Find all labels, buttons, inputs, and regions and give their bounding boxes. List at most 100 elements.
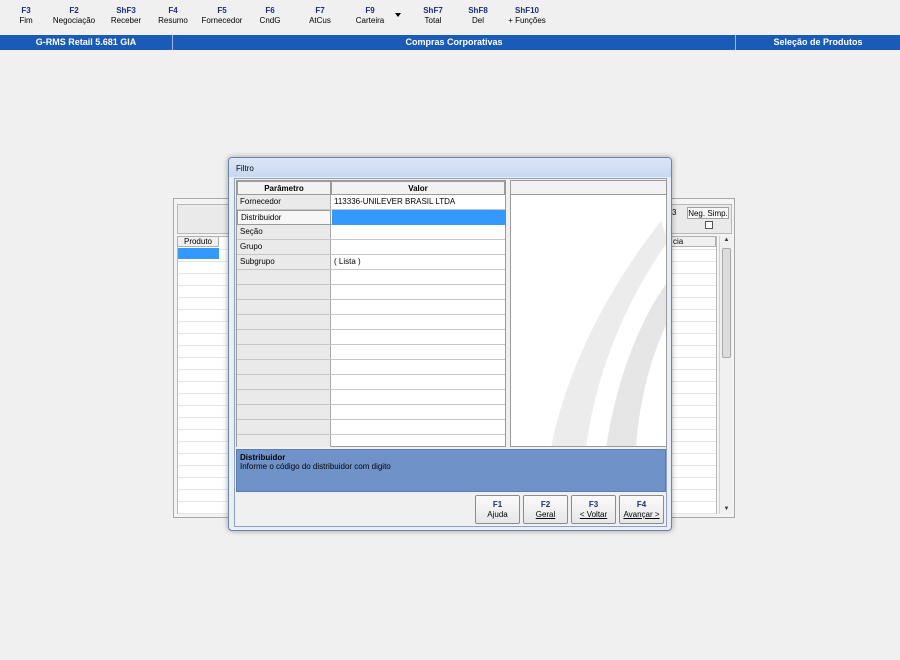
- empty-row[interactable]: [237, 315, 505, 330]
- fkey-label: Receber: [110, 16, 142, 25]
- parameter-value[interactable]: [332, 300, 505, 315]
- empty-row[interactable]: [237, 270, 505, 285]
- button-label: < Voltar: [579, 510, 608, 519]
- parameter-row[interactable]: Seção: [237, 225, 505, 240]
- resumo-button[interactable]: F4 Resumo: [154, 6, 192, 26]
- help-panel: Distribuidor Informe o código do distrib…: [236, 449, 666, 492]
- neg-simp-header: Neg. Simp.: [687, 207, 729, 219]
- parameter-name: [237, 420, 331, 435]
- del-button[interactable]: ShF8 Del: [463, 6, 493, 26]
- parameter-value[interactable]: 113336-UNILEVER BRASIL LTDA: [332, 195, 505, 210]
- carteira-dropdown-icon[interactable]: [395, 13, 401, 17]
- parameter-name: Seção: [240, 227, 263, 236]
- app-title: G-RMS Retail 5.681 GIA: [35, 37, 137, 47]
- button-label: Ajuda: [487, 510, 508, 519]
- fkey-label: Total: [424, 16, 442, 25]
- cndg-button[interactable]: F6 CndG: [254, 6, 286, 26]
- fkey-code: F3: [21, 6, 31, 15]
- parameter-row[interactable]: Fornecedor 113336-UNILEVER BRASIL LTDA: [237, 195, 505, 210]
- parameter-name: [237, 300, 331, 315]
- parameter-value[interactable]: [332, 435, 505, 450]
- fkey-label: Fim: [19, 16, 33, 25]
- parameter-name: [237, 375, 331, 390]
- total-button[interactable]: ShF7 Total: [418, 6, 448, 26]
- vertical-scrollbar[interactable]: ▲ ▼: [719, 236, 732, 514]
- empty-row[interactable]: [237, 405, 505, 420]
- parameter-value[interactable]: [332, 315, 505, 330]
- fkey-code: ShF10: [514, 6, 539, 15]
- scroll-down-icon[interactable]: ▼: [720, 506, 733, 512]
- avancar-button[interactable]: F4 Avançar >: [619, 495, 664, 524]
- geral-button[interactable]: F2 Geral: [523, 495, 568, 524]
- parameter-value[interactable]: [332, 390, 505, 405]
- ajuda-button[interactable]: F1 Ajuda: [475, 495, 520, 524]
- dialog-title: Filtro: [236, 164, 254, 173]
- negociacao-button[interactable]: F2 Negociação: [49, 6, 99, 26]
- button-label: Avançar >: [623, 510, 660, 519]
- filter-dialog: Filtro Parâmetro Valor Fornecedor 113336-…: [228, 157, 672, 531]
- parameter-value[interactable]: [332, 405, 505, 420]
- receber-button[interactable]: ShF3 Receber: [106, 6, 146, 26]
- produto-column-header[interactable]: Produto: [177, 236, 219, 247]
- fkey-label: CndG: [259, 16, 281, 25]
- empty-row[interactable]: [237, 435, 505, 450]
- fkey-label: Resumo: [158, 16, 188, 25]
- parameter-name: [237, 345, 331, 360]
- parametro-header: Parâmetro: [237, 181, 331, 195]
- parameter-row[interactable]: Subgrupo ( Lista ): [237, 255, 505, 270]
- parameter-value[interactable]: [332, 375, 505, 390]
- neg-simp-checkbox[interactable]: [705, 221, 713, 229]
- empty-row[interactable]: [237, 360, 505, 375]
- screen-title: Seleção de Produtos: [773, 37, 863, 47]
- mais-funcoes-button[interactable]: ShF10 + Funções: [507, 6, 547, 26]
- empty-row[interactable]: [237, 300, 505, 315]
- carteira-button[interactable]: F9 Carteira: [350, 6, 390, 26]
- fim-button[interactable]: F3 Fim: [14, 6, 38, 26]
- parameter-value[interactable]: [332, 420, 505, 435]
- dialog-body: Parâmetro Valor Fornecedor 113336-UNILEVE…: [234, 178, 667, 527]
- fkey-code: F9: [365, 6, 375, 15]
- fkey-code: ShF3: [116, 6, 136, 15]
- empty-row[interactable]: [237, 345, 505, 360]
- selected-cell[interactable]: [178, 248, 219, 259]
- parameter-value[interactable]: [332, 225, 505, 240]
- empty-row[interactable]: [237, 420, 505, 435]
- parameter-name: [237, 330, 331, 345]
- function-key-toolbar: F3 Fim F2 Negociação ShF3 Receber F4 Res…: [0, 0, 900, 34]
- parameter-value[interactable]: [332, 345, 505, 360]
- atcus-button[interactable]: F7 AtCus: [302, 6, 338, 26]
- parameter-value[interactable]: [332, 240, 505, 255]
- parameter-value[interactable]: [332, 360, 505, 375]
- button-label: Geral: [535, 510, 556, 519]
- parameter-name: Distribuidor: [237, 210, 331, 225]
- valor-header: Valor: [331, 181, 505, 195]
- parameter-value[interactable]: [332, 330, 505, 345]
- fkey-code: F5: [217, 6, 227, 15]
- help-text: Informe o código do distribuidor com dig…: [240, 462, 391, 471]
- parameter-name: [237, 315, 331, 330]
- parameter-value[interactable]: [332, 210, 506, 225]
- empty-row[interactable]: [237, 390, 505, 405]
- empty-row[interactable]: [237, 330, 505, 345]
- parameter-row[interactable]: Distribuidor: [237, 210, 506, 225]
- dialog-caption: Filtro: [229, 158, 671, 177]
- parameter-row[interactable]: Grupo: [237, 240, 505, 255]
- cia-column-header[interactable]: cia: [670, 236, 716, 247]
- fkey-label: AtCus: [309, 16, 331, 25]
- parameter-value[interactable]: ( Lista ): [332, 255, 505, 270]
- empty-row[interactable]: [237, 375, 505, 390]
- fornecedor-button[interactable]: F5 Fornecedor: [196, 6, 248, 26]
- parameter-name: Subgrupo: [240, 257, 275, 266]
- fkey-code: F4: [168, 6, 178, 15]
- empty-row[interactable]: [237, 285, 505, 300]
- fkey-code: F7: [315, 6, 325, 15]
- watermark-logo: [551, 221, 666, 446]
- scroll-up-icon[interactable]: ▲: [720, 237, 733, 243]
- fkey-label: Fornecedor: [201, 16, 243, 25]
- parameter-name: [237, 270, 331, 285]
- parameter-value[interactable]: [332, 285, 505, 300]
- scroll-thumb[interactable]: [722, 248, 731, 358]
- voltar-button[interactable]: F3 < Voltar: [571, 495, 616, 524]
- parameter-value[interactable]: [332, 270, 505, 285]
- fkey-code: F2: [69, 6, 79, 15]
